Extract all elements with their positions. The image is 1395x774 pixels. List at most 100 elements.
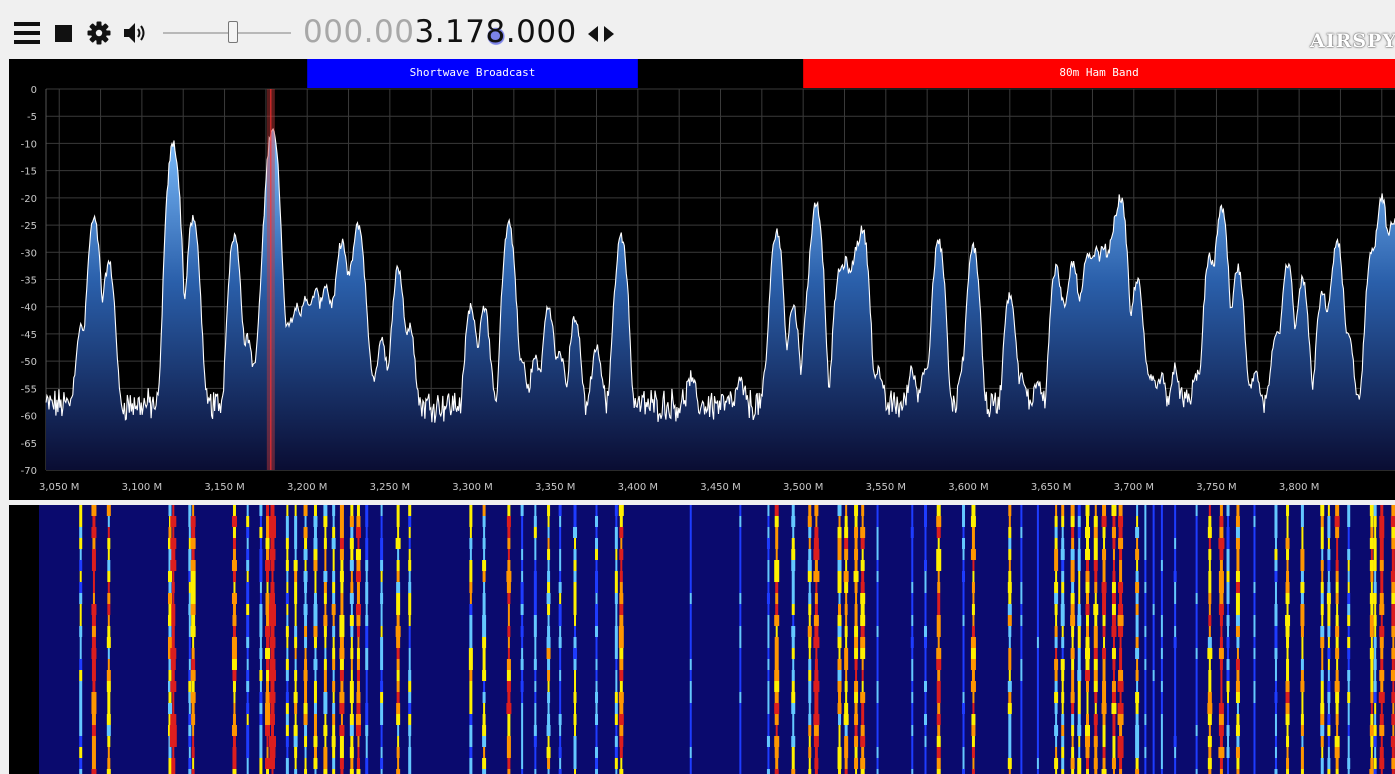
waterfall-signal-26 — [482, 692, 486, 703]
frequency-digits[interactable]: 3.17 — [414, 14, 485, 50]
waterfall-signal-36 — [689, 527, 692, 538]
waterfall-signal-28 — [520, 659, 524, 670]
waterfall-signal-13 — [294, 747, 298, 758]
waterfall-display[interactable] — [9, 505, 1395, 774]
waterfall-signal-50 — [936, 659, 942, 670]
waterfall-signal-86 — [1392, 725, 1395, 736]
gear-icon[interactable] — [86, 20, 112, 46]
waterfall-signal-67 — [1152, 527, 1155, 538]
waterfall-signal-36 — [689, 571, 692, 582]
waterfall-signal-69 — [1174, 582, 1177, 593]
waterfall-signal-20 — [356, 516, 361, 527]
waterfall-signal-15 — [313, 560, 318, 571]
waterfall-signal-57 — [1061, 758, 1065, 769]
waterfall-signal-75 — [1253, 648, 1256, 659]
waterfall-signal-43 — [838, 736, 841, 747]
speaker-icon[interactable] — [122, 20, 150, 46]
waterfall-signal-76 — [1274, 769, 1278, 774]
waterfall-signal-29 — [534, 505, 537, 516]
waterfall-signal-23 — [396, 670, 400, 681]
waterfall-signal-53 — [1008, 538, 1012, 549]
stop-icon[interactable] — [55, 25, 72, 42]
waterfall-signal-67 — [1152, 571, 1155, 582]
waterfall-signal-6 — [192, 505, 195, 516]
waterfall-signal-13 — [294, 615, 297, 626]
waterfall-signal-27 — [507, 626, 511, 637]
waterfall-signal-76 — [1274, 516, 1278, 527]
waterfall-signal-77 — [1285, 714, 1290, 725]
waterfall-signal-4 — [170, 659, 176, 670]
waterfall-signal-72 — [1219, 769, 1223, 774]
waterfall-signal-44 — [844, 681, 848, 692]
waterfall-signal-30 — [546, 648, 551, 659]
waterfall-signal-70 — [1195, 659, 1198, 670]
left-right-arrows-icon[interactable] — [587, 24, 615, 44]
waterfall-signal-84 — [1373, 505, 1377, 516]
volume-slider[interactable] — [163, 20, 291, 46]
waterfall-signal-66 — [1144, 527, 1147, 538]
waterfall-signal-13 — [293, 736, 298, 747]
waterfall-chart[interactable] — [9, 505, 1395, 774]
waterfall-signal-42 — [813, 549, 820, 560]
waterfall-signal-63 — [1111, 527, 1116, 538]
hamburger-menu-icon[interactable] — [14, 22, 40, 44]
volume-track[interactable] — [163, 32, 291, 34]
frequency-selected-digit[interactable]: 8 — [485, 14, 506, 50]
waterfall-signal-45 — [854, 604, 858, 615]
frequency-trailing-digits[interactable]: .000 — [506, 14, 577, 50]
waterfall-signal-3 — [167, 637, 172, 648]
waterfall-signal-46 — [861, 516, 864, 527]
waterfall-signal-57 — [1060, 604, 1065, 615]
waterfall-signal-11 — [271, 571, 274, 582]
frequency-display[interactable]: 000.003.178.000 — [303, 12, 577, 52]
waterfall-signal-61 — [1093, 604, 1099, 615]
waterfall-signal-12 — [285, 670, 289, 681]
waterfall-signal-71 — [1208, 560, 1211, 571]
waterfall-signal-81 — [1335, 560, 1339, 571]
waterfall-signal-16 — [324, 714, 327, 725]
waterfall-signal-68 — [1160, 659, 1163, 670]
waterfall-signal-81 — [1335, 527, 1340, 538]
waterfall-signal-0 — [79, 615, 82, 626]
frequency-leading-zeros[interactable]: 000.00 — [303, 14, 414, 50]
waterfall-signal-56 — [1054, 593, 1059, 604]
waterfall-signal-35 — [619, 659, 624, 670]
waterfall-signal-65 — [1135, 527, 1140, 538]
waterfall-signal-2 — [107, 516, 110, 527]
waterfall-signal-75 — [1253, 681, 1256, 692]
waterfall-signal-46 — [861, 703, 865, 714]
waterfall-signal-52 — [971, 582, 975, 593]
waterfall-signal-72 — [1218, 648, 1224, 659]
waterfall-signal-60 — [1086, 593, 1090, 604]
waterfall-signal-43 — [837, 637, 842, 648]
waterfall-signal-54 — [1020, 736, 1023, 747]
waterfall-signal-47 — [876, 758, 879, 769]
waterfall-signal-60 — [1086, 560, 1090, 571]
waterfall-signal-52 — [971, 769, 975, 774]
waterfall-signal-53 — [1008, 626, 1012, 637]
waterfall-signal-20 — [356, 626, 360, 637]
waterfall-signal-83 — [1369, 560, 1374, 571]
waterfall-signal-78 — [1300, 549, 1305, 560]
waterfall-signal-63 — [1111, 505, 1117, 516]
waterfall-signal-40 — [791, 560, 796, 571]
waterfall-signal-42 — [814, 692, 819, 703]
volume-knob[interactable] — [228, 21, 238, 43]
waterfall-signal-68 — [1160, 648, 1163, 659]
waterfall-signal-6 — [192, 637, 195, 648]
waterfall-signal-45 — [854, 681, 859, 692]
waterfall-signal-77 — [1285, 692, 1290, 703]
spectrum-chart[interactable]: Shortwave Broadcast 80m Ham Band0-5-10-15… — [9, 59, 1395, 500]
waterfall-signal-33 — [595, 549, 599, 560]
waterfall-signal-9 — [259, 571, 263, 582]
waterfall-signal-54 — [1020, 769, 1023, 774]
spectrum-display[interactable]: Shortwave Broadcast 80m Ham Band 0 -5 -10 -15… — [9, 59, 1395, 500]
waterfall-signal-5 — [188, 538, 191, 549]
waterfall-signal-76 — [1274, 725, 1277, 736]
waterfall-signal-2 — [106, 769, 111, 774]
waterfall-signal-85 — [1379, 560, 1384, 571]
waterfall-signal-10 — [266, 747, 269, 758]
waterfall-signal-31 — [558, 505, 562, 516]
waterfall-signal-52 — [970, 516, 976, 527]
waterfall-signal-81 — [1335, 714, 1339, 725]
